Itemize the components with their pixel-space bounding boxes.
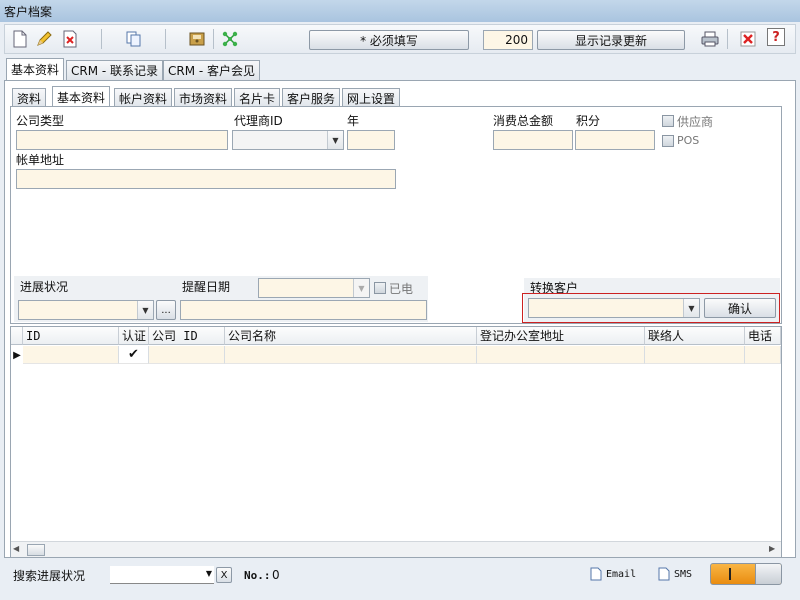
toggle-knob[interactable] bbox=[755, 564, 781, 584]
total-spend-label: 消费总金额 bbox=[493, 114, 554, 128]
network-nodes-icon[interactable] bbox=[219, 28, 241, 50]
toggle-switch[interactable] bbox=[710, 563, 782, 585]
toolbar-separator bbox=[213, 29, 214, 49]
chevron-down-icon[interactable]: ▼ bbox=[353, 279, 369, 297]
year-input[interactable] bbox=[347, 130, 395, 150]
reminder-date-combo[interactable]: ▼ bbox=[258, 278, 370, 298]
table-cell[interactable] bbox=[23, 346, 119, 364]
chevron-down-icon[interactable]: ▼ bbox=[327, 131, 343, 149]
year-label: 年 bbox=[347, 114, 360, 128]
record-count-input[interactable]: 200 bbox=[483, 30, 533, 50]
subtab-business-card[interactable]: 名片卡 bbox=[234, 88, 281, 108]
email-icon[interactable] bbox=[590, 567, 602, 584]
toolbar: * 必须填写 200 显示记录更新 ? bbox=[4, 24, 796, 54]
refresh-records-button[interactable]: 显示记录更新 bbox=[537, 30, 685, 50]
current-row-arrow-icon: ▶ bbox=[13, 349, 21, 361]
subtab-web-settings[interactable]: 网上设置 bbox=[342, 88, 401, 108]
supplier-label: 供应商 bbox=[677, 115, 714, 129]
required-fields-button[interactable]: * 必须填写 bbox=[309, 30, 469, 50]
subtab-account-info[interactable]: 帐户资料 bbox=[114, 88, 173, 108]
company-type-input[interactable] bbox=[16, 130, 228, 150]
toolbar-separator bbox=[101, 29, 102, 49]
toolbar-separator bbox=[165, 29, 166, 49]
scrollbar-thumb[interactable] bbox=[27, 544, 45, 556]
progress-status-combo[interactable]: ▼ bbox=[18, 300, 154, 320]
customer-grid: ID 认证 公司 ID 公司名称 登记办公室地址 联络人 电话 ▶ ✔ ◀ ▶ bbox=[10, 326, 782, 558]
table-cell[interactable] bbox=[149, 346, 225, 364]
progress-status-label: 进展状况 bbox=[20, 280, 69, 294]
delete-document-icon[interactable] bbox=[59, 28, 81, 50]
copy-icon[interactable] bbox=[123, 28, 145, 50]
record-number-value: 0 bbox=[272, 568, 280, 582]
subtab-info[interactable]: 资料 bbox=[12, 88, 47, 108]
billing-address-label: 帐单地址 bbox=[16, 153, 65, 167]
column-header-id[interactable]: ID bbox=[23, 327, 119, 345]
tab-crm-customer-meeting[interactable]: CRM - 客户会见 bbox=[163, 60, 261, 80]
certified-check-icon[interactable]: ✔ bbox=[119, 346, 149, 364]
chevron-down-icon[interactable]: ▼ bbox=[206, 569, 212, 578]
pos-label: POS bbox=[677, 134, 700, 147]
scroll-right-icon[interactable]: ▶ bbox=[769, 544, 775, 553]
search-progress-label: 搜索进展状况 bbox=[13, 569, 86, 583]
print-icon[interactable] bbox=[699, 28, 721, 50]
column-header-company-id[interactable]: 公司 ID bbox=[149, 327, 225, 345]
sms-label[interactable]: SMS bbox=[674, 569, 692, 580]
chevron-down-icon[interactable]: ▼ bbox=[137, 301, 153, 319]
points-label: 积分 bbox=[576, 114, 601, 128]
pos-checkbox[interactable] bbox=[662, 135, 674, 147]
toolbar-separator bbox=[727, 29, 728, 49]
close-x-icon[interactable] bbox=[737, 28, 759, 50]
column-header-office-address[interactable]: 登记办公室地址 bbox=[477, 327, 645, 345]
confirm-button[interactable]: 确认 bbox=[704, 298, 776, 318]
window-title: 客户档案 bbox=[4, 5, 53, 19]
subtab-market-info[interactable]: 市场资料 bbox=[174, 88, 233, 108]
table-cell[interactable] bbox=[225, 346, 477, 364]
tab-basic-info[interactable]: 基本资料 bbox=[6, 58, 65, 80]
sms-icon[interactable] bbox=[658, 567, 670, 584]
title-bar: 客户档案 bbox=[0, 0, 800, 22]
reminder-date-label: 提醒日期 bbox=[182, 280, 231, 294]
tab-crm-contact-log[interactable]: CRM - 联系记录 bbox=[66, 60, 164, 80]
toggle-indicator bbox=[729, 568, 731, 580]
table-cell[interactable] bbox=[645, 346, 745, 364]
email-label[interactable]: Email bbox=[606, 569, 636, 580]
table-cell[interactable] bbox=[745, 346, 781, 364]
supplier-checkbox[interactable] bbox=[662, 115, 674, 127]
subtab-basic-info[interactable]: 基本资料 bbox=[52, 86, 111, 108]
subtab-customer-service[interactable]: 客户服务 bbox=[282, 88, 341, 108]
column-header-company-name[interactable]: 公司名称 bbox=[225, 327, 477, 345]
points-input[interactable] bbox=[575, 130, 655, 150]
table-cell[interactable] bbox=[477, 346, 645, 364]
edit-pencil-icon[interactable] bbox=[33, 28, 55, 50]
status-bar: 搜索进展状况 ▼ X No.: 0 Email SMS bbox=[4, 560, 796, 596]
total-spend-input[interactable] bbox=[493, 130, 573, 150]
browse-button[interactable]: ... bbox=[156, 300, 176, 320]
column-header-certified[interactable]: 认证 bbox=[119, 327, 149, 345]
record-number-label: No.: bbox=[244, 569, 271, 582]
row-indicator-header bbox=[11, 327, 23, 345]
column-header-phone[interactable]: 电话 bbox=[745, 327, 781, 345]
help-icon[interactable]: ? bbox=[767, 28, 785, 46]
search-progress-combo[interactable]: ▼ bbox=[110, 566, 214, 584]
new-document-icon[interactable] bbox=[9, 28, 31, 50]
company-type-label: 公司类型 bbox=[16, 114, 65, 128]
convert-customer-combo[interactable]: ▼ bbox=[528, 298, 700, 318]
agent-id-combo[interactable]: ▼ bbox=[232, 130, 344, 150]
agent-id-label: 代理商ID bbox=[234, 114, 283, 128]
save-disk-icon[interactable] bbox=[186, 28, 208, 50]
scroll-left-icon[interactable]: ◀ bbox=[13, 544, 19, 553]
clear-search-button[interactable]: X bbox=[216, 567, 232, 583]
called-checkbox[interactable] bbox=[374, 282, 386, 294]
billing-address-input[interactable] bbox=[16, 169, 396, 189]
reminder-note-input[interactable] bbox=[180, 300, 427, 320]
called-label: 已电 bbox=[389, 282, 414, 296]
chevron-down-icon[interactable]: ▼ bbox=[683, 299, 699, 317]
column-header-contact[interactable]: 联络人 bbox=[645, 327, 745, 345]
horizontal-scrollbar[interactable]: ◀ ▶ bbox=[11, 541, 781, 557]
